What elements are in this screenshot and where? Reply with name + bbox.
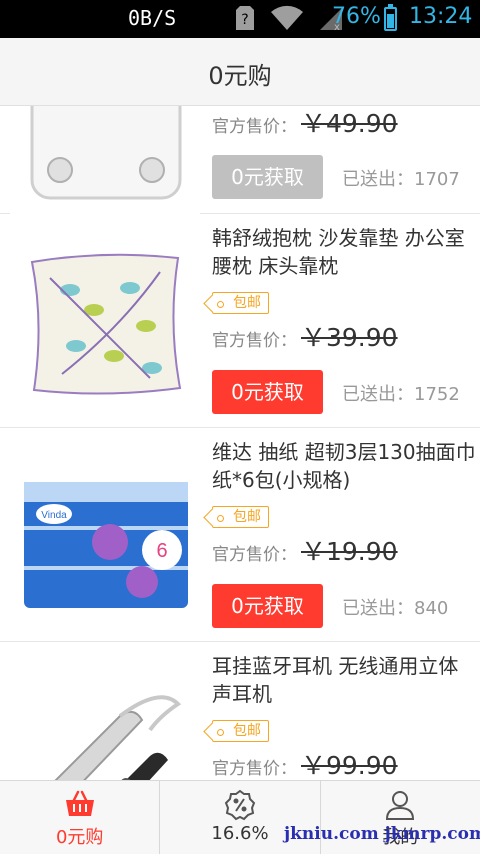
clock: 13:24	[409, 4, 473, 29]
official-price: ￥49.90	[301, 109, 398, 138]
tab-zero-yuan-buy[interactable]: 0元购	[0, 781, 161, 854]
claim-button[interactable]: 0元获取	[212, 155, 323, 199]
watermark: jkniu.com jkmrp.com	[284, 824, 480, 844]
sim-alert-icon: ?	[236, 6, 254, 30]
list-item[interactable]: 耳挂蓝牙耳机 无线通用立体声耳机 包邮 官方售价： ￥99.90	[0, 642, 480, 780]
percent-icon	[224, 789, 256, 821]
list-item[interactable]: Vinda 6 维达 抽纸 超韧3层130抽面巾纸*6包(小规格) 包邮 官方售…	[0, 428, 480, 642]
tab-label: 0元购	[55, 827, 104, 848]
headset-icon	[10, 656, 200, 780]
list-item[interactable]: 官方售价： ￥49.90 0元获取 已送出：1707	[0, 106, 480, 216]
product-name[interactable]: 维达 抽纸 超韧3层130抽面巾纸*6包(小规格)	[212, 438, 476, 494]
sent-count: 已送出：1707	[342, 169, 460, 190]
claim-button[interactable]: 0元获取	[212, 370, 323, 414]
price-label: 官方售价：	[212, 117, 297, 137]
official-price: ￥39.90	[301, 323, 398, 352]
sent-count: 已送出：840	[342, 598, 449, 619]
battery-percent: 76%	[332, 4, 381, 29]
page-title: 0元购	[208, 62, 272, 90]
wifi-icon	[271, 5, 303, 30]
product-name[interactable]: 耳挂蓝牙耳机 无线通用立体声耳机	[212, 652, 476, 708]
free-shipping-tag: 包邮	[212, 506, 269, 528]
product-list[interactable]: 官方售价： ￥49.90 0元获取 已送出：1707 韩舒绒抱枕 沙发靠垫 办公…	[0, 106, 480, 780]
status-bar: 0B/S ? x 76% 13:24	[0, 0, 480, 38]
sent-count: 已送出：1752	[342, 384, 460, 405]
list-item[interactable]: 韩舒绒抱枕 沙发靠垫 办公室腰枕 床头靠枕 包邮 官方售价： ￥39.90 0元…	[0, 214, 480, 428]
net-speed: 0B/S	[128, 6, 177, 30]
price-label: 官方售价：	[212, 545, 297, 565]
claim-button[interactable]: 0元获取	[212, 584, 323, 628]
price-label: 官方售价：	[212, 331, 297, 351]
official-price: ￥19.90	[301, 537, 398, 566]
svg-text:Vinda: Vinda	[41, 510, 67, 521]
free-shipping-tag: 包邮	[212, 292, 269, 314]
scale-icon	[10, 106, 200, 216]
pillow-icon	[10, 228, 200, 414]
tissue-icon: Vinda 6	[10, 442, 200, 628]
free-shipping-tag: 包邮	[212, 720, 269, 742]
basket-icon	[65, 790, 94, 816]
price-label: 官方售价：	[212, 759, 297, 779]
user-icon	[386, 791, 415, 820]
official-price: ￥99.90	[301, 751, 398, 780]
title-bar: 0元购	[0, 38, 480, 106]
svg-text:?: ?	[241, 12, 248, 28]
battery-icon	[384, 4, 397, 31]
product-name[interactable]: 韩舒绒抱枕 沙发靠垫 办公室腰枕 床头靠枕	[212, 224, 476, 280]
svg-text:6: 6	[156, 540, 167, 562]
